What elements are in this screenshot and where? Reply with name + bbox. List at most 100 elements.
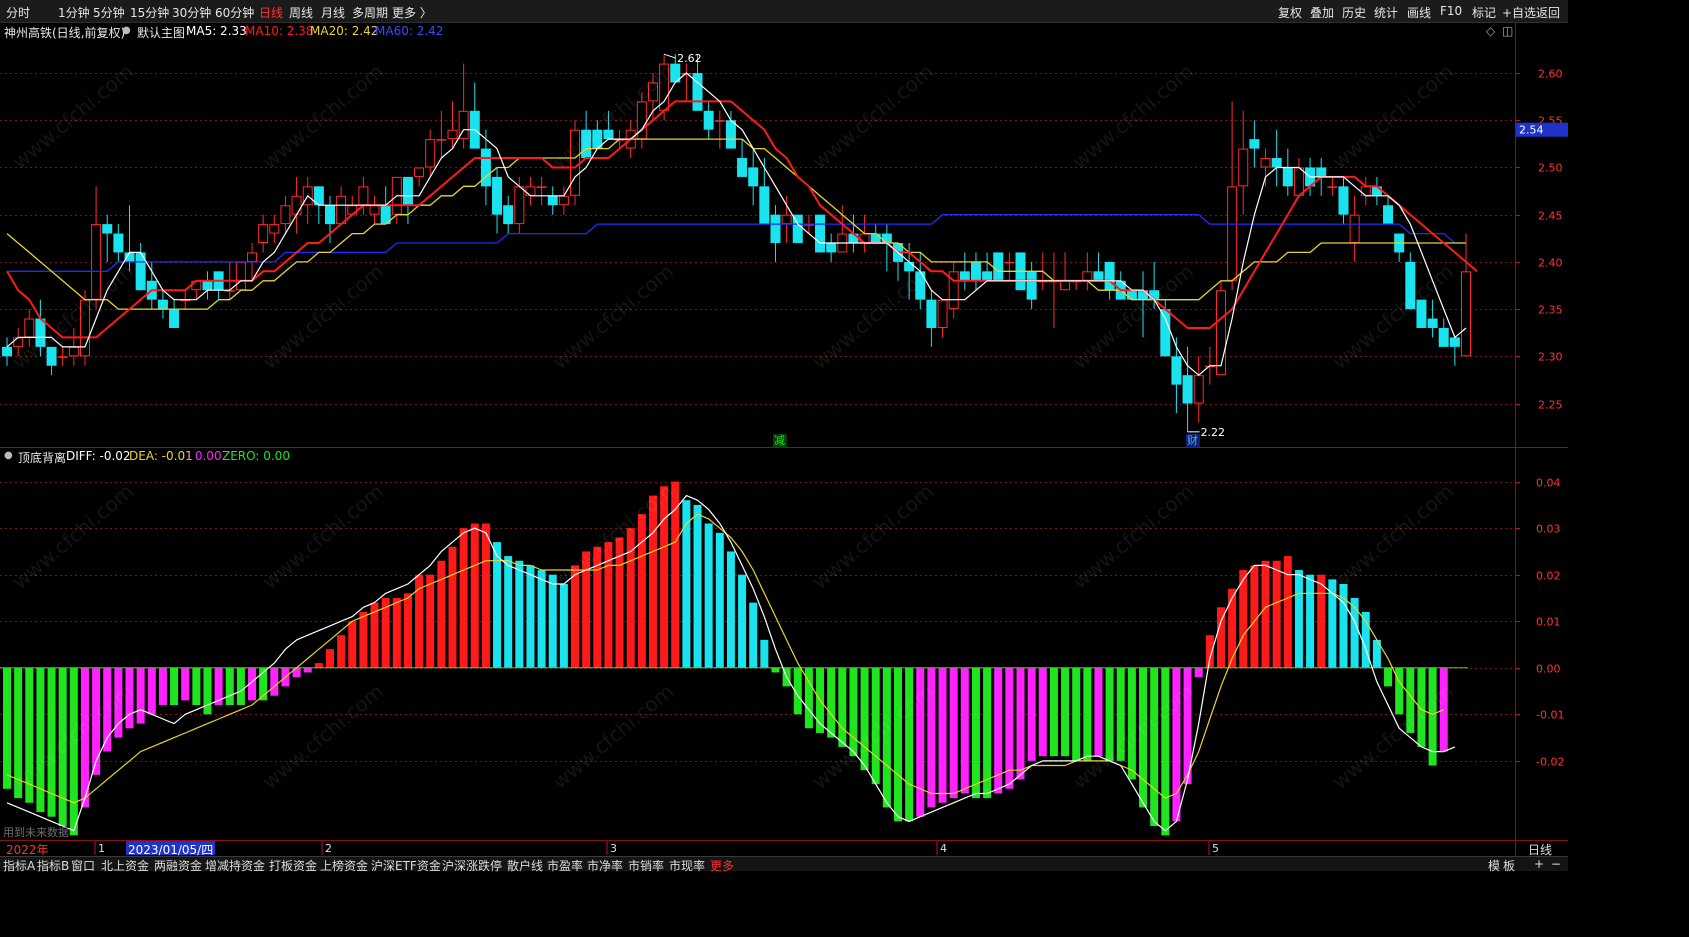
macd-bar xyxy=(1228,588,1237,668)
macd-bar xyxy=(1038,667,1047,757)
bottom-control-2[interactable]: + xyxy=(1534,857,1544,871)
month-label: 4 xyxy=(940,842,947,855)
candle-body xyxy=(1371,186,1382,196)
watermark: www.cfchi.com xyxy=(548,679,678,794)
bottom-control-0[interactable]: 模 xyxy=(1488,857,1500,874)
bottom-tab-7[interactable]: 上榜资金 xyxy=(320,857,368,874)
candle-body xyxy=(492,176,503,215)
bottom-tab-15[interactable]: 更多 xyxy=(710,857,734,874)
macd-tick-label: 0.00 xyxy=(1536,663,1561,676)
macd-bar xyxy=(1250,565,1259,668)
candle-body xyxy=(1104,261,1115,291)
bottom-tab-8[interactable]: 沪深ETF资金 xyxy=(371,857,441,874)
macd-bar xyxy=(225,667,234,706)
candle-body xyxy=(57,356,68,358)
bottom-control-3[interactable]: − xyxy=(1551,857,1561,871)
price-tick-label: 2.30 xyxy=(1538,351,1563,364)
bottom-tab-13[interactable]: 市销率 xyxy=(628,857,664,874)
month-label: 2 xyxy=(325,842,332,855)
bottom-tab-1[interactable]: 指标B xyxy=(37,857,69,874)
macd-bar xyxy=(682,500,691,668)
high-label: 2.62 xyxy=(677,52,702,65)
macd-bar xyxy=(359,611,368,668)
macd-bar xyxy=(1205,635,1214,668)
bottom-tab-10[interactable]: 散户线 xyxy=(507,857,543,874)
bottom-tab-14[interactable]: 市现率 xyxy=(669,857,705,874)
candle-body xyxy=(1082,271,1093,281)
candle-body xyxy=(157,299,168,310)
candle-body xyxy=(970,261,981,281)
candle-body xyxy=(815,214,826,253)
macd-bar xyxy=(749,602,758,668)
candle-body xyxy=(770,214,781,243)
macd-bar xyxy=(303,667,312,673)
current-price-label: 2.54 xyxy=(1519,124,1544,137)
candle-body xyxy=(1004,261,1015,264)
watermark: www.cfchi.com xyxy=(808,479,938,594)
watermark: www.cfchi.com xyxy=(8,259,138,374)
macd-bar xyxy=(660,486,669,668)
macd-bar xyxy=(760,639,769,668)
macd-bar xyxy=(1072,667,1081,761)
macd-bar xyxy=(704,523,713,668)
macd-bar xyxy=(838,667,847,747)
bottom-tab-3[interactable]: 北上资金 xyxy=(101,857,149,874)
marker-cai[interactable]: 财 xyxy=(1187,433,1198,447)
kline-chart[interactable]: 2.602.552.502.452.402.352.302.250.040.03… xyxy=(0,0,1568,870)
macd-bar xyxy=(1306,574,1315,668)
candle-body xyxy=(1282,167,1293,187)
macd-bar xyxy=(548,574,557,668)
candle-body xyxy=(848,233,859,243)
macd-bar xyxy=(348,621,357,668)
macd-bar xyxy=(537,570,546,668)
candle-body xyxy=(1160,309,1171,357)
bottom-tab-4[interactable]: 两融资金 xyxy=(154,857,202,874)
macd-bar xyxy=(771,667,780,673)
marker-jian[interactable]: 减 xyxy=(774,434,785,447)
bottom-tab-5[interactable]: 增减持资金 xyxy=(205,857,265,874)
bottom-tab-12[interactable]: 市净率 xyxy=(587,857,623,874)
watermark: www.cfchi.com xyxy=(1328,679,1458,794)
candle-body xyxy=(369,205,380,215)
candle-body xyxy=(826,243,837,253)
macd-bars xyxy=(3,481,1448,836)
macd-tick-label: 0.02 xyxy=(1536,570,1561,583)
macd-bar xyxy=(960,667,969,794)
candle-body xyxy=(1349,214,1360,244)
macd-bar xyxy=(1049,667,1058,757)
price-tick-label: 2.25 xyxy=(1538,399,1563,412)
bottom-tab-2[interactable]: 窗口 xyxy=(71,857,95,874)
macd-bar xyxy=(1094,667,1103,757)
macd-bar xyxy=(170,667,179,706)
macd-bar xyxy=(1027,667,1036,761)
bottom-control-1[interactable]: 板 xyxy=(1503,857,1515,874)
candle-body xyxy=(703,110,714,130)
candle-body xyxy=(68,346,79,357)
macd-bar xyxy=(1384,667,1393,687)
candle-body xyxy=(1249,139,1260,149)
bottom-tab-6[interactable]: 打板资金 xyxy=(269,857,317,874)
macd-bar xyxy=(637,514,646,668)
watermark: www.cfchi.com xyxy=(258,479,388,594)
candle-body xyxy=(113,233,124,253)
candle-body xyxy=(748,167,759,187)
bottom-tab-0[interactable]: 指标A xyxy=(3,857,35,874)
candle-body xyxy=(982,271,993,281)
candle-body xyxy=(1238,148,1249,187)
month-label: 1 xyxy=(98,842,105,855)
candle-body xyxy=(436,139,447,141)
macd-bar xyxy=(158,667,167,706)
macd-bar xyxy=(337,635,346,668)
watermark: www.cfchi.com xyxy=(1328,479,1458,594)
watermark: www.cfchi.com xyxy=(548,259,678,374)
macd-bar xyxy=(470,523,479,668)
candle-body xyxy=(1338,186,1349,215)
bottom-tab-11[interactable]: 市盈率 xyxy=(547,857,583,874)
watermark: www.cfchi.com xyxy=(258,679,388,794)
macd-bar xyxy=(1061,667,1070,757)
macd-bar xyxy=(1294,570,1303,668)
selected-date-label: 2023/01/05/四 xyxy=(126,841,216,857)
candle-body xyxy=(1271,158,1282,168)
macd-bar xyxy=(147,667,156,715)
bottom-tab-9[interactable]: 沪深涨跌停 xyxy=(442,857,502,874)
